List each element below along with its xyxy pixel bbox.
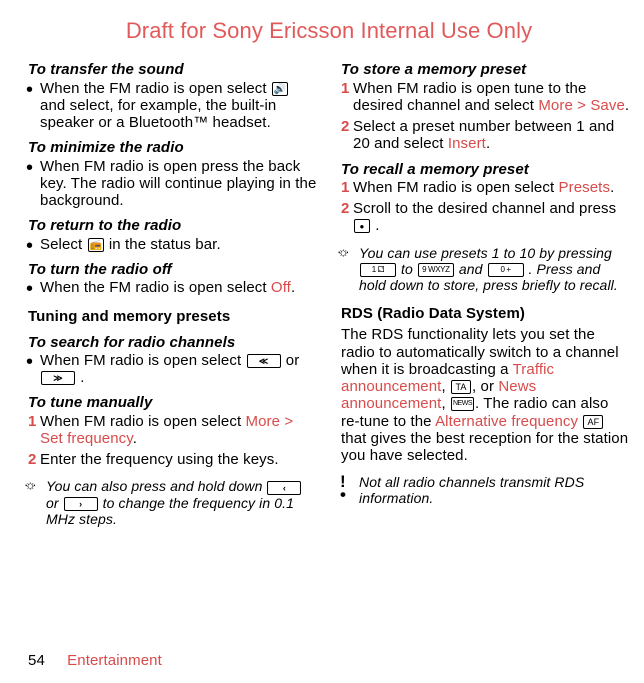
menu-save: Save (590, 97, 625, 114)
news-icon: NEWS (451, 397, 474, 411)
item-transfer: When the FM radio is open select and sel… (28, 80, 317, 132)
step-2-recall: 2 Scroll to the desired channel and pres… (341, 200, 630, 235)
text: and select, for example, the built-in sp… (40, 97, 276, 131)
speaker-icon (272, 82, 288, 96)
text: Enter the frequency using the keys. (40, 451, 279, 468)
note-preset-keys: You can use presets 1 to 10 by pressing … (341, 245, 630, 293)
radio-icon (88, 238, 104, 252)
draft-header: Draft for Sony Ericsson Internal Use Onl… (28, 18, 630, 43)
heading-tune-manually: To tune manually (28, 394, 317, 411)
text: You can also press and hold down (46, 478, 266, 494)
link-alt-freq: Alternative frequency (435, 413, 578, 430)
text: that gives the best reception for the st… (341, 430, 628, 464)
step-1-manual: 1 When FM radio is open select More > Se… (28, 413, 317, 448)
menu-presets: Presets (559, 179, 611, 196)
text: . (291, 279, 295, 296)
section-name: Entertainment (67, 652, 162, 669)
text: When FM radio is open select (40, 413, 246, 430)
menu-set-frequency: Set frequency (40, 430, 133, 447)
text: or (46, 495, 63, 511)
key-9-icon: 9 WXYZ (418, 263, 454, 277)
text: , (441, 378, 450, 395)
item-off: When the FM radio is open select Off. (28, 279, 317, 296)
text: When the FM radio is open select (40, 80, 271, 97)
text: . (486, 135, 490, 152)
menu-off: Off (271, 279, 291, 296)
left-column: To transfer the sound When the FM radio … (28, 53, 317, 537)
note-hold-tune: You can also press and hold down or to c… (28, 478, 317, 527)
text: or (286, 352, 300, 369)
text: , (441, 395, 450, 412)
text: > (280, 413, 293, 430)
text: . (610, 179, 614, 196)
heading-rds: RDS (Radio Data System) (341, 305, 630, 322)
note-rds-warning: Not all radio channels transmit RDS info… (341, 474, 630, 506)
menu-insert: Insert (448, 135, 486, 152)
rds-paragraph: The RDS functionality lets you set the r… (341, 326, 630, 464)
text: in the status bar. (109, 236, 221, 253)
right-column: To store a memory preset 1 When FM radio… (341, 53, 630, 537)
key-0-icon: 0 + (488, 263, 524, 277)
item-minimize: When FM radio is open press the back key… (28, 158, 317, 210)
text: and (459, 261, 487, 277)
seek-right-icon (41, 371, 75, 385)
text: When FM radio is open select (353, 179, 559, 196)
text: . (625, 97, 629, 114)
step-right-icon (64, 497, 98, 511)
select-key-icon (354, 219, 370, 233)
heading-radio-off: To turn the radio off (28, 261, 317, 278)
tip-icon (24, 476, 33, 491)
step-1-recall: 1 When FM radio is open select Presets. (341, 179, 630, 196)
content-columns: To transfer the sound When the FM radio … (28, 53, 630, 537)
heading-recall-preset: To recall a memory preset (341, 161, 630, 178)
step-2-manual: 2Enter the frequency using the keys. (28, 451, 317, 468)
seek-left-icon (247, 354, 281, 368)
text: When FM radio is open select (40, 352, 246, 369)
key-1-icon: 1 ⚁ (360, 263, 396, 277)
page-number: 54 (28, 652, 45, 669)
heading-return: To return to the radio (28, 217, 317, 234)
text: . (80, 369, 84, 386)
text: Not all radio channels transmit RDS info… (359, 474, 584, 506)
step-1-store: 1 When FM radio is open tune to the desi… (341, 80, 630, 115)
heading-store-preset: To store a memory preset (341, 61, 630, 78)
text: . (375, 217, 379, 234)
text: , or (472, 378, 498, 395)
heading-search: To search for radio channels (28, 334, 317, 351)
text: Select (40, 236, 87, 253)
tip-icon (337, 243, 346, 258)
page-footer: 54 Entertainment (28, 652, 162, 669)
menu-more: More (538, 97, 573, 114)
text: The RDS functionality lets you set the r… (341, 326, 619, 378)
heading-transfer-sound: To transfer the sound (28, 61, 317, 78)
heading-minimize: To minimize the radio (28, 139, 317, 156)
af-icon: AF (583, 415, 603, 429)
warning-icon (340, 474, 346, 499)
text: > (573, 97, 590, 114)
ta-icon: TA (451, 380, 471, 394)
step-2-store: 2 Select a preset number between 1 and 2… (341, 118, 630, 153)
text: . (133, 430, 137, 447)
text: When the FM radio is open select (40, 279, 271, 296)
text: You can use presets 1 to 10 by pressing (359, 245, 612, 261)
text: to (401, 261, 417, 277)
item-search: When FM radio is open select or . (28, 352, 317, 387)
heading-tuning-presets: Tuning and memory presets (28, 308, 317, 325)
item-return: Select in the status bar. (28, 236, 317, 253)
menu-more: More (246, 413, 281, 430)
text: Scroll to the desired channel and press (353, 200, 616, 217)
step-left-icon (267, 481, 301, 495)
